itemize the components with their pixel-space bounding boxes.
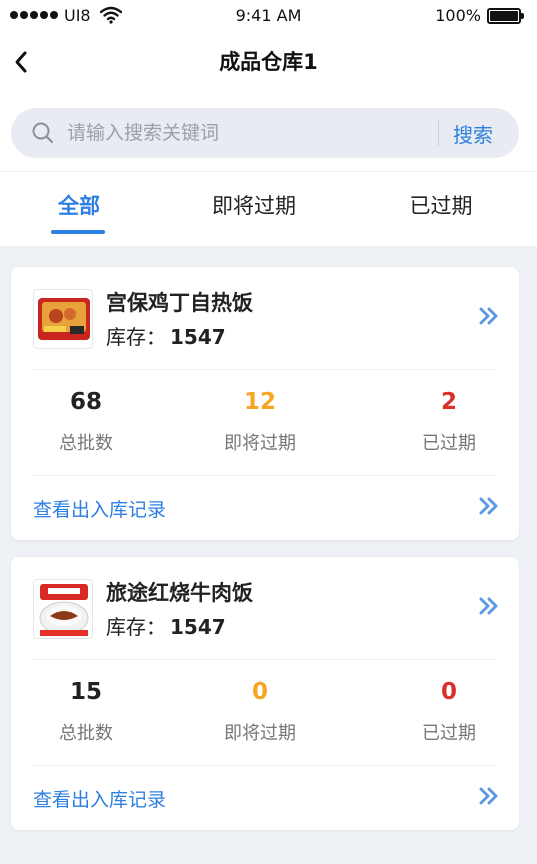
status-bar: UI8 9:41 AM 100% [0, 0, 537, 32]
chevron-double-right-icon[interactable] [479, 787, 499, 809]
tab-expired[interactable]: 已过期 [400, 190, 482, 220]
product-card[interactable]: 旅途红烧牛肉饭 库存： 1547 15 总批数 0 即将过期 0 已过期 查看出入… [11, 557, 519, 830]
stat-expiring-soon: 12 即将过期 [205, 385, 315, 455]
stat-value: 0 [440, 679, 457, 705]
search-input[interactable] [67, 117, 427, 149]
stat-value: 68 [69, 389, 102, 415]
divider [33, 369, 497, 370]
view-records-link[interactable]: 查看出入库记录 [33, 785, 166, 812]
stat-label: 已过期 [422, 723, 476, 744]
stat-label: 总批数 [59, 723, 113, 744]
stat-value: 0 [251, 679, 268, 705]
battery-percent: 100% [435, 6, 481, 25]
search-icon [31, 121, 55, 149]
stat-expired: 0 已过期 [409, 675, 489, 745]
divider [33, 475, 497, 476]
chevron-double-right-icon[interactable] [479, 307, 499, 329]
stock-info: 库存： 1547 [106, 611, 226, 640]
stat-value: 12 [243, 389, 276, 415]
search-bar: 搜索 [11, 108, 519, 158]
filter-tabs: 全部 即将过期 已过期 [0, 190, 537, 246]
product-image [33, 579, 93, 639]
stat-label: 即将过期 [224, 433, 296, 454]
page-title: 成品仓库1 [219, 50, 318, 74]
divider [33, 659, 497, 660]
search-button[interactable]: 搜索 [453, 119, 493, 148]
search-divider [438, 120, 439, 146]
stock-info: 库存： 1547 [106, 321, 226, 350]
stat-value: 2 [440, 389, 457, 415]
chevron-double-right-icon[interactable] [479, 497, 499, 519]
stat-total-batches: 15 总批数 [46, 675, 126, 745]
stat-label: 即将过期 [224, 723, 296, 744]
product-image [33, 289, 93, 349]
divider [33, 765, 497, 766]
stat-label: 总批数 [59, 433, 113, 454]
stock-label: 库存： [106, 325, 166, 349]
stock-value: 1547 [170, 325, 226, 349]
tab-expiring-soon[interactable]: 即将过期 [204, 190, 304, 220]
divider [0, 171, 537, 172]
stat-expired: 2 已过期 [409, 385, 489, 455]
view-records-link[interactable]: 查看出入库记录 [33, 495, 166, 522]
stat-label: 已过期 [422, 433, 476, 454]
stat-total-batches: 68 总批数 [46, 385, 126, 455]
tab-all[interactable]: 全部 [54, 190, 104, 220]
product-card[interactable]: 宫保鸡丁自热饭 库存： 1547 68 总批数 12 即将过期 2 已过期 查看出… [11, 267, 519, 540]
product-name: 宫保鸡丁自热饭 [106, 291, 253, 315]
chevron-double-right-icon[interactable] [479, 597, 499, 619]
battery-icon [487, 8, 524, 24]
stat-value: 15 [69, 679, 102, 705]
stat-expiring-soon: 0 即将过期 [205, 675, 315, 745]
stock-label: 库存： [106, 615, 166, 639]
tab-active-indicator [51, 230, 105, 234]
stock-value: 1547 [170, 615, 226, 639]
product-name: 旅途红烧牛肉饭 [106, 581, 253, 605]
